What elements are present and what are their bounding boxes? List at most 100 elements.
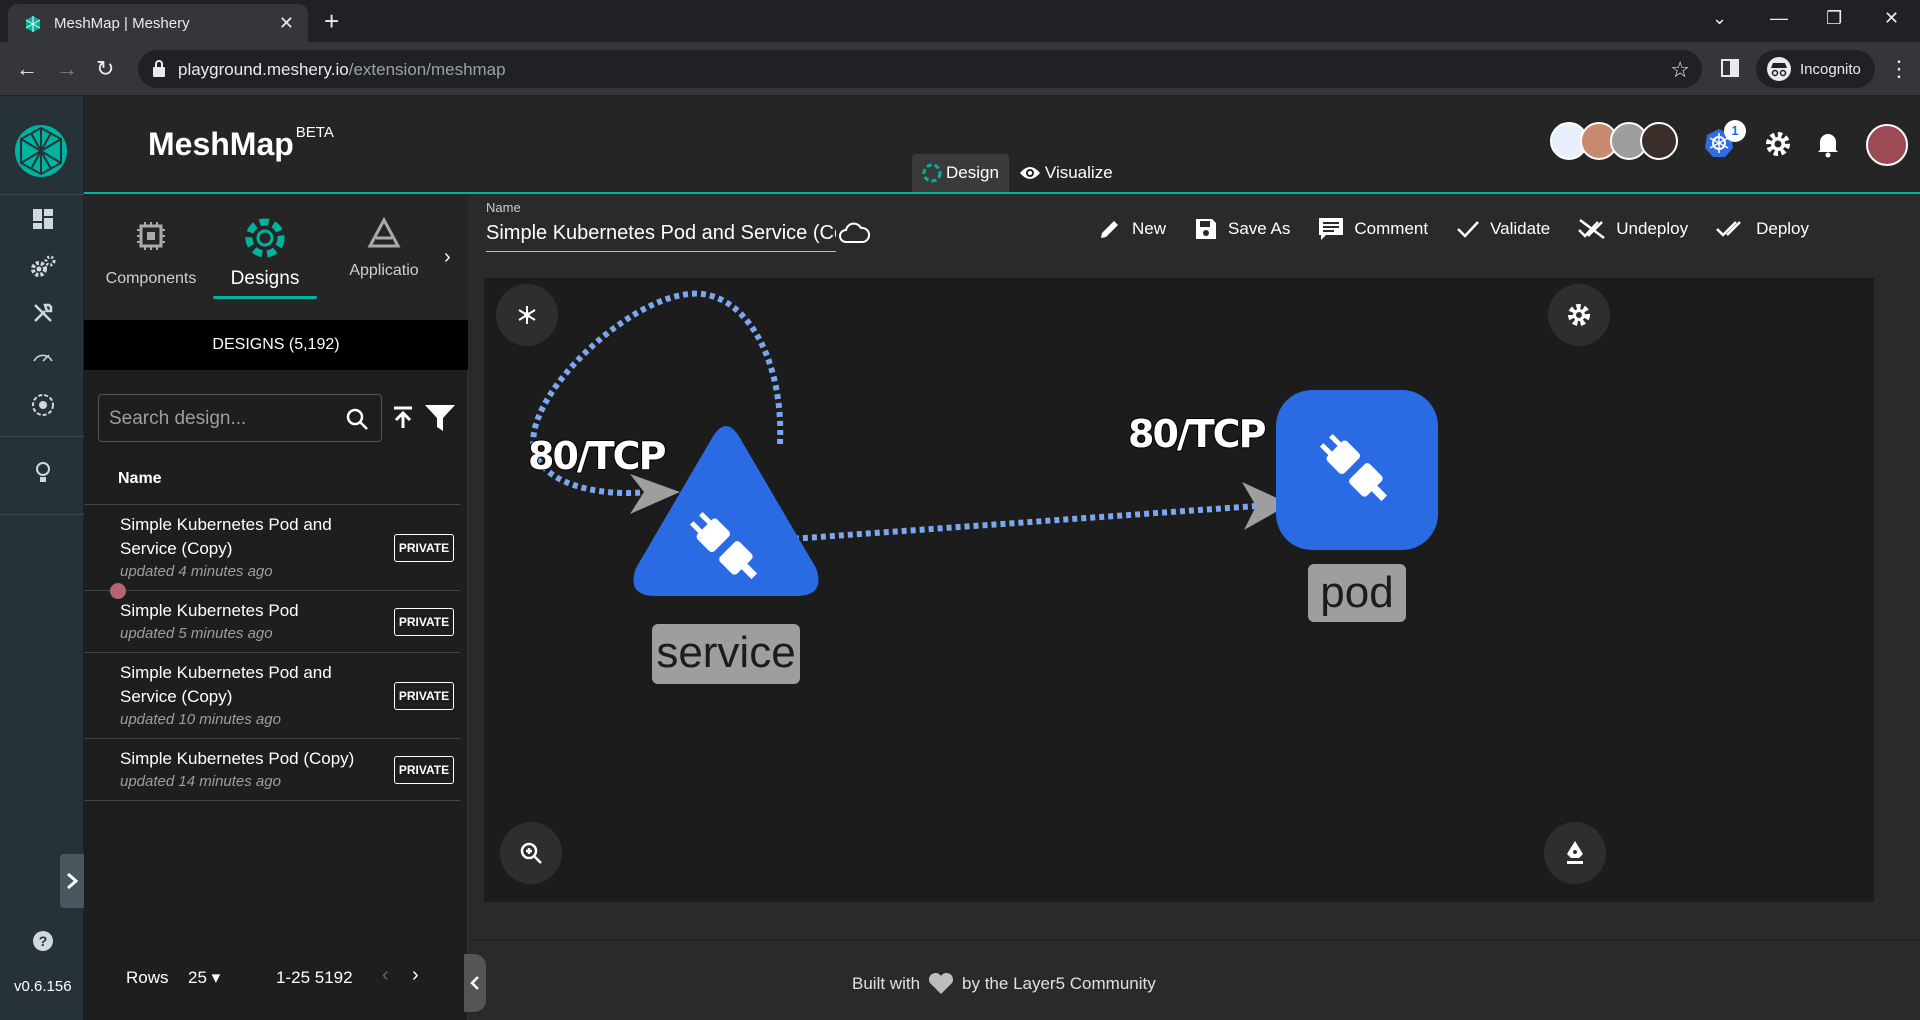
collaborator-avatars[interactable] xyxy=(1550,122,1678,160)
address-bar[interactable]: playground.meshery.io/extension/meshmap … xyxy=(138,50,1702,88)
new-button[interactable]: New xyxy=(1098,214,1166,244)
list-item[interactable]: Simple Kubernetes Pod and Service (Copy)… xyxy=(84,653,460,739)
browser-menu-icon[interactable]: ⋮ xyxy=(1888,56,1910,82)
user-profile-avatar[interactable] xyxy=(1866,124,1908,166)
browser-toolbar: ← → ↻ playground.meshery.io/extension/me… xyxy=(0,42,1920,96)
filter-icon[interactable] xyxy=(424,404,456,432)
performance-icon[interactable] xyxy=(30,344,56,370)
design-mode-button[interactable]: Design xyxy=(912,154,1009,192)
list-item[interactable]: Simple Kubernetes Pod and Service (Copy)… xyxy=(84,505,460,599)
zoom-button[interactable] xyxy=(500,822,562,884)
components-icon xyxy=(127,216,175,260)
back-icon[interactable]: ← xyxy=(16,56,38,82)
upload-icon[interactable] xyxy=(392,406,414,430)
dashboard-icon[interactable] xyxy=(30,206,56,232)
name-column-header[interactable]: Name xyxy=(118,470,162,488)
search-icon[interactable] xyxy=(345,407,369,431)
list-item[interactable]: Simple Kubernetes Pod (Copy) updated 14 … xyxy=(84,739,460,801)
tab-applications[interactable]: Applicatio xyxy=(324,216,444,306)
incognito-label: Incognito xyxy=(1800,60,1861,78)
lifecycle-icon[interactable] xyxy=(30,254,56,280)
designs-count-header: DESIGNS (5,192) xyxy=(84,320,468,370)
visibility-badge[interactable]: PRIVATE xyxy=(394,608,454,636)
pod-node[interactable] xyxy=(1276,390,1438,550)
undeploy-icon xyxy=(1578,218,1606,240)
next-page-icon[interactable]: › xyxy=(412,964,419,987)
visibility-badge[interactable]: PRIVATE xyxy=(394,682,454,710)
browser-tab-strip: MeshMap | Meshery ✕ + ⌄ — ❐ ✕ xyxy=(0,0,1920,42)
design-name-field[interactable]: Simple Kubernetes Pod and Service (Copy) xyxy=(486,222,836,252)
avatar[interactable] xyxy=(1640,122,1678,160)
close-tab-icon[interactable]: ✕ xyxy=(279,13,294,34)
zoom-in-icon xyxy=(519,841,543,865)
search-design-field[interactable] xyxy=(98,394,382,442)
design-toolbar: New Save As Comment Validate Undeploy De… xyxy=(1098,214,1809,244)
expand-rail-button[interactable] xyxy=(60,854,84,908)
bookmark-star-icon[interactable]: ☆ xyxy=(1670,57,1690,83)
lightbulb-icon[interactable] xyxy=(30,460,56,486)
tab-designs[interactable]: Designs xyxy=(210,216,320,306)
kubernetes-context-button[interactable]: 1 xyxy=(1704,120,1746,158)
double-check-icon xyxy=(1716,219,1746,239)
pen-tool-button[interactable] xyxy=(1544,822,1606,884)
pen-icon xyxy=(1564,840,1586,866)
undeploy-button[interactable]: Undeploy xyxy=(1578,214,1688,244)
designs-panel: Components Designs Applicatio › DESIGNS … xyxy=(84,194,468,1020)
tab-components[interactable]: Components xyxy=(96,216,206,306)
canvas-settings-button[interactable] xyxy=(1548,284,1610,346)
design-canvas[interactable]: 80/TCP 80/TCP service pod xyxy=(484,278,1874,902)
designs-icon xyxy=(243,216,287,260)
incognito-icon xyxy=(1766,56,1792,82)
version-label: v0.6.156 xyxy=(14,978,72,995)
deploy-button[interactable]: Deploy xyxy=(1716,214,1809,244)
new-tab-icon[interactable]: + xyxy=(324,6,339,37)
previous-page-icon[interactable]: ‹ xyxy=(382,964,389,987)
notifications-bell-icon[interactable] xyxy=(1816,130,1840,158)
designs-icon xyxy=(922,163,942,183)
meshery-logo-icon[interactable] xyxy=(14,124,68,178)
collapse-panel-button[interactable] xyxy=(464,954,486,1012)
validate-button[interactable]: Validate xyxy=(1456,214,1550,244)
pagination-range: 1-25 5192 xyxy=(276,968,353,987)
chevron-right-icon[interactable]: › xyxy=(444,246,451,269)
visibility-badge[interactable]: PRIVATE xyxy=(394,534,454,562)
configuration-icon[interactable] xyxy=(30,300,56,326)
comment-button[interactable]: Comment xyxy=(1318,214,1428,244)
close-window-icon[interactable]: ✕ xyxy=(1884,8,1899,29)
chevron-right-icon xyxy=(66,872,78,890)
snowflake-icon xyxy=(517,305,537,325)
help-icon[interactable]: ? xyxy=(30,928,56,954)
save-as-button[interactable]: Save As xyxy=(1194,214,1290,244)
tab-title: MeshMap | Meshery xyxy=(54,15,190,32)
settings-gear-icon[interactable] xyxy=(1764,130,1792,158)
search-input[interactable] xyxy=(109,405,329,433)
restore-icon[interactable]: ❐ xyxy=(1826,8,1842,29)
list-item[interactable]: Simple Kubernetes Pod updated 5 minutes … xyxy=(84,591,460,653)
visibility-badge[interactable]: PRIVATE xyxy=(394,756,454,784)
side-panel-icon[interactable] xyxy=(1720,58,1740,78)
minimize-icon[interactable]: — xyxy=(1770,8,1788,29)
app-header: MeshMap BETA Design Visualize 1 xyxy=(84,96,1920,194)
heart-icon xyxy=(928,973,954,995)
eye-icon xyxy=(1019,165,1041,181)
comment-icon xyxy=(1318,217,1344,241)
design-workspace: Name Simple Kubernetes Pod and Service (… xyxy=(464,194,1920,1020)
tab-search-icon[interactable]: ⌄ xyxy=(1712,8,1727,29)
rows-per-page-select[interactable]: 25 ▾ xyxy=(188,968,220,988)
service-node-label: service xyxy=(652,624,800,684)
reload-icon[interactable]: ↻ xyxy=(96,56,114,82)
layout-button[interactable] xyxy=(496,284,558,346)
visualize-mode-button[interactable]: Visualize xyxy=(1009,154,1123,192)
browser-tab[interactable]: MeshMap | Meshery ✕ xyxy=(8,4,308,42)
edge-label: 80/TCP xyxy=(1127,411,1267,457)
meshery-favicon-icon xyxy=(24,15,42,33)
service-pod-edge xyxy=(775,503,1257,543)
app-brand: MeshMap BETA xyxy=(148,124,334,162)
extensions-icon[interactable] xyxy=(30,392,56,418)
name-field-label: Name xyxy=(486,200,521,215)
chevron-left-icon xyxy=(470,975,480,991)
incognito-indicator[interactable]: Incognito xyxy=(1756,50,1875,88)
forward-icon[interactable]: → xyxy=(56,56,78,82)
mode-switch: Design Visualize xyxy=(912,154,1123,192)
active-tab-indicator xyxy=(213,296,317,299)
